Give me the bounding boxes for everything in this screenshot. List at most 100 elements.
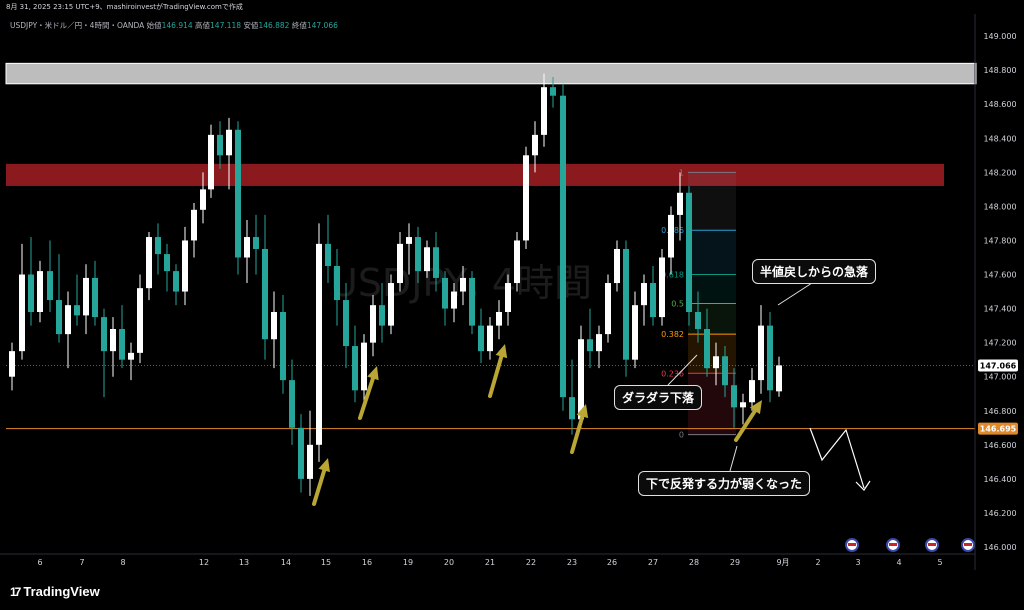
y-tick-label: 147.600	[983, 271, 1016, 280]
candle-body	[596, 334, 602, 352]
candle-body	[343, 300, 349, 347]
candle-body	[731, 385, 737, 408]
x-tick-label: 15	[321, 558, 331, 567]
candle-body	[406, 237, 412, 244]
candle-body	[722, 356, 728, 386]
economic-event-flag	[889, 543, 897, 546]
candle-body	[289, 380, 295, 428]
callout-line	[729, 445, 738, 472]
candle-body	[9, 351, 15, 377]
callout-line	[777, 282, 813, 306]
y-tick-label: 146.400	[983, 475, 1016, 484]
fib-zone	[688, 334, 736, 374]
candle-body	[776, 365, 782, 392]
y-tick-label: 147.200	[983, 339, 1016, 348]
candle-body	[361, 342, 367, 391]
price-chart[interactable]: USDJPY, 4時間10.7860.6180.50.3820.2360146.…	[0, 14, 1024, 570]
candle-body	[253, 237, 259, 249]
candle-body	[137, 288, 143, 353]
candle-body	[749, 380, 755, 403]
candle-body	[334, 266, 340, 301]
brand-name: TradingView	[23, 584, 100, 599]
x-tick-label: 14	[281, 558, 291, 567]
candle-body	[74, 305, 80, 316]
x-tick-label: 16	[362, 558, 372, 567]
candle-body	[704, 329, 710, 369]
y-tick-label: 147.400	[983, 305, 1016, 314]
annotation-weak-rebound: 下で反発する力が弱くなった	[638, 471, 811, 496]
candle-body	[271, 311, 277, 340]
y-tick-label: 146.200	[983, 509, 1016, 518]
candle-body	[316, 243, 322, 445]
y-tick-label: 147.800	[983, 236, 1016, 245]
candle-body	[677, 192, 683, 215]
x-tick-label: 27	[648, 558, 658, 567]
candle-body	[686, 192, 692, 312]
x-tick-label: 8	[120, 558, 125, 567]
x-tick-label: 26	[607, 558, 617, 567]
candle-body	[217, 134, 223, 156]
rebound-arrow-shaft	[488, 349, 505, 398]
candle-body	[758, 325, 764, 381]
candle-body	[560, 95, 566, 398]
candle-body	[110, 329, 116, 352]
rebound-arrow-shaft	[734, 404, 760, 442]
projection-path	[809, 427, 865, 489]
candle-body	[388, 283, 394, 326]
tradingview-logo[interactable]: 17 TradingView	[10, 584, 100, 599]
candle-body	[451, 291, 457, 309]
y-tick-label: 148.600	[983, 100, 1016, 109]
x-tick-label: 21	[485, 558, 495, 567]
rebound-arrow-head	[495, 344, 508, 359]
candle-body	[379, 305, 385, 326]
candle-body	[128, 352, 134, 360]
annotation-sluggish-drop: ダラダラ下落	[614, 385, 703, 410]
x-tick-label: 6	[37, 558, 42, 567]
candle-body	[569, 397, 575, 420]
economic-event-flag	[964, 543, 972, 546]
zone-resistance-upper	[5, 62, 977, 85]
candle-body	[235, 129, 241, 258]
candle-body	[155, 237, 161, 255]
candle-body	[487, 325, 493, 352]
candle-body	[200, 189, 206, 210]
y-tick-label: 149.000	[983, 32, 1016, 41]
current-price-badge: 147.066	[980, 361, 1017, 370]
annotation-quick-drop: 半値戻しからの急落	[752, 259, 877, 284]
x-tick-label: 28	[689, 558, 699, 567]
candle-body	[146, 237, 152, 289]
x-tick-label: 9月	[776, 558, 789, 567]
candle-body	[83, 277, 89, 316]
candle-body	[614, 248, 620, 284]
candle-body	[523, 155, 529, 241]
candle-body	[208, 134, 214, 190]
y-tick-label: 148.800	[983, 66, 1016, 75]
candle-body	[164, 254, 170, 272]
x-tick-label: 23	[567, 558, 577, 567]
candle-body	[605, 283, 611, 335]
x-tick-label: 12	[199, 558, 209, 567]
candle-body	[505, 283, 511, 312]
x-tick-label: 5	[937, 558, 942, 567]
candle-body	[578, 339, 584, 420]
candle-body	[47, 271, 53, 301]
candle-body	[668, 214, 674, 258]
candle-body	[352, 346, 358, 391]
support-price-badge: 146.695	[980, 425, 1017, 434]
economic-event-flag	[928, 543, 936, 546]
x-tick-label: 22	[526, 558, 536, 567]
candle-body	[298, 427, 304, 479]
economic-event-flag	[848, 543, 856, 546]
candle-body	[244, 237, 250, 258]
candle-body	[650, 283, 656, 318]
candle-body	[740, 402, 746, 408]
candle-body	[532, 134, 538, 156]
candle-body	[397, 243, 403, 284]
candle-body	[767, 325, 773, 391]
candle-body	[659, 257, 665, 318]
candle-body	[514, 240, 520, 284]
y-tick-label: 147.000	[983, 373, 1016, 382]
candle-body	[632, 305, 638, 360]
y-tick-label: 146.800	[983, 407, 1016, 416]
candle-body	[19, 274, 25, 352]
